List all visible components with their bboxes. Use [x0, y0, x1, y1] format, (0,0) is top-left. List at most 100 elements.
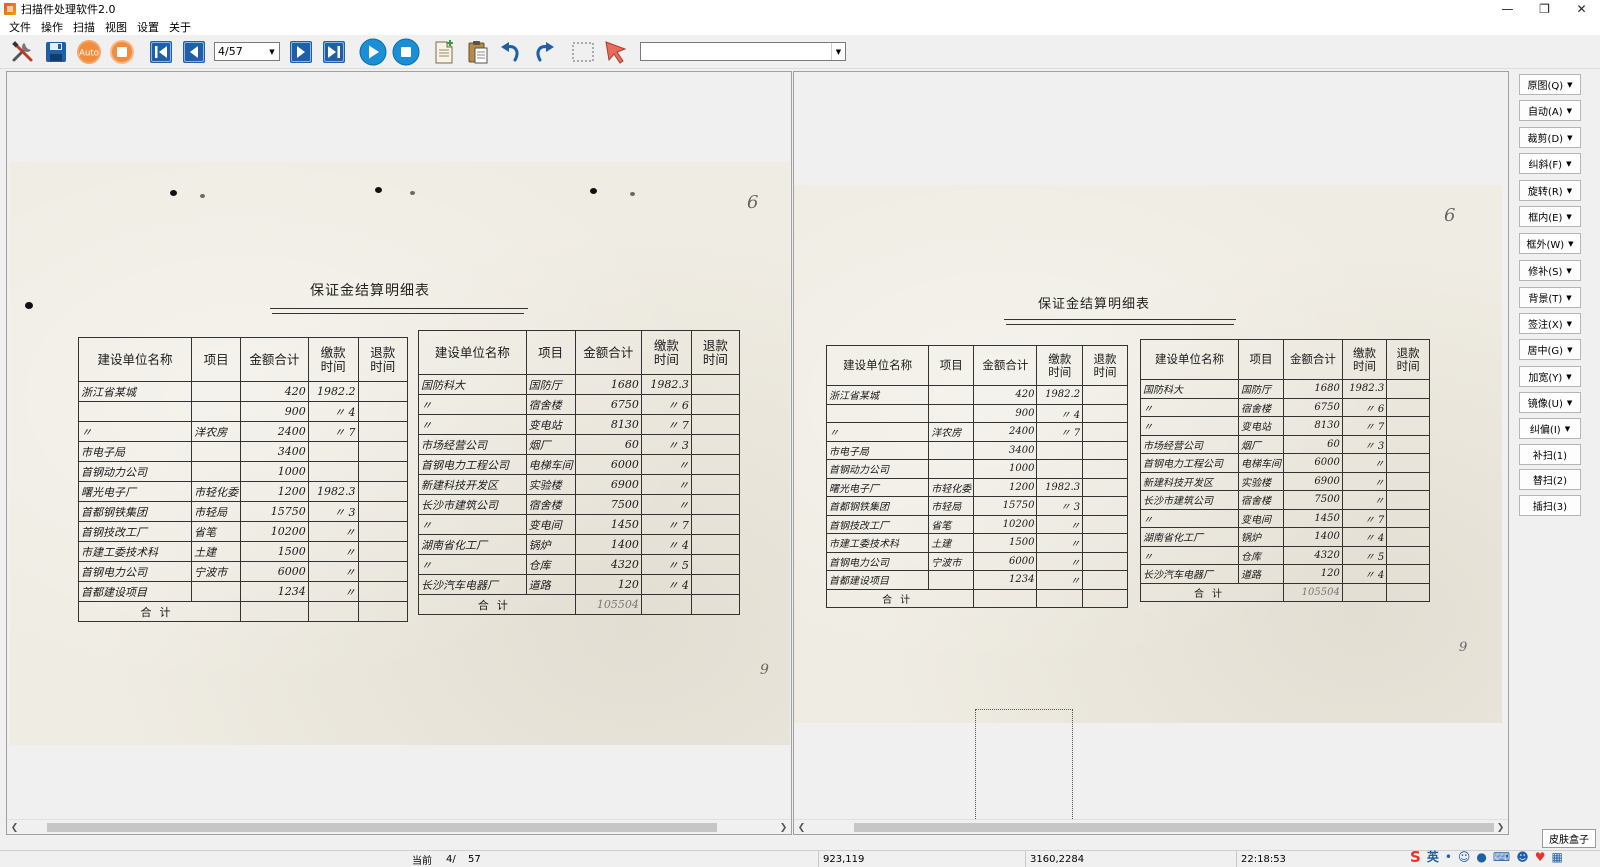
table-cell: 首都钢铁集团 — [77, 501, 193, 522]
side-button-10[interactable]: 居中(G) ▼ — [1519, 339, 1581, 360]
horizontal-scrollbar-left[interactable]: ❮ ❯ — [7, 819, 791, 834]
side-button-16[interactable]: 插扫(3) — [1519, 495, 1581, 516]
scroll-thumb[interactable] — [47, 823, 717, 832]
side-button-2[interactable]: 裁剪(D) ▼ — [1519, 127, 1581, 148]
chevron-down-icon[interactable]: ▼ — [831, 43, 845, 60]
table-row: 浙江省某城 420 1982.2 — [825, 385, 1128, 405]
auto-button[interactable]: Auto — [74, 37, 104, 67]
skin-icon[interactable]: ♥ — [1535, 850, 1546, 864]
restore-icon[interactable]: ❐ — [1526, 0, 1563, 18]
tools-button[interactable] — [8, 37, 38, 67]
side-button-14[interactable]: 补扫(1) — [1519, 444, 1581, 465]
menu-bar: 文件 操作 扫描 视图 设置 关于 — [0, 18, 1600, 35]
minimize-icon[interactable]: — — [1489, 0, 1526, 18]
start-scan-button[interactable] — [358, 37, 388, 67]
emoji-icon[interactable]: ☺ — [1458, 850, 1471, 864]
menu-settings[interactable]: 设置 — [132, 19, 164, 35]
side-button-5[interactable]: 框内(E) ▼ — [1519, 206, 1581, 227]
scroll-right-icon[interactable]: ❯ — [776, 820, 791, 834]
side-button-8[interactable]: 背景(T) ▼ — [1519, 287, 1581, 308]
save-button[interactable] — [41, 37, 71, 67]
selection-rectangle[interactable] — [975, 709, 1073, 821]
table-cell — [1082, 440, 1128, 460]
table-cell: 市电子局 — [77, 441, 193, 462]
table-cell: 宿舍楼 — [525, 494, 576, 515]
original-image-pane[interactable]: 6 9 保证金结算明细表 建设单位名称 项目 金额合计 缴款 时间 退款 时间 … — [6, 71, 792, 835]
next-page-button[interactable] — [286, 37, 316, 67]
chevron-down-icon[interactable]: ▼ — [1567, 187, 1572, 195]
chevron-down-icon[interactable]: ▼ — [1566, 267, 1571, 275]
table-cell — [1082, 477, 1128, 497]
chevron-down-icon[interactable]: ▼ — [1568, 240, 1573, 248]
side-button-9[interactable]: 签注(X) ▼ — [1519, 313, 1581, 334]
page-input[interactable] — [215, 43, 263, 60]
chevron-down-icon[interactable]: ▼ — [1567, 399, 1572, 407]
redo-button[interactable] — [529, 37, 559, 67]
ime-language[interactable]: 英 — [1427, 848, 1439, 865]
menu-about[interactable]: 关于 — [164, 19, 196, 35]
ledger-table-right: 建设单位名称 项目 金额合计 缴款 时间 退款 时间 国防科大 国防厅 1680 19… — [1139, 339, 1430, 602]
user-icon[interactable]: ☻ — [1516, 850, 1529, 864]
toolbox-icon[interactable]: ▦ — [1552, 850, 1563, 864]
last-page-button[interactable] — [319, 37, 349, 67]
chevron-down-icon[interactable]: ▼ — [1566, 160, 1571, 168]
microphone-icon[interactable]: ● — [1476, 850, 1486, 864]
menu-view[interactable]: 视图 — [100, 19, 132, 35]
skin-box-button[interactable]: 皮肤盒子 — [1542, 829, 1596, 848]
undo-button[interactable] — [496, 37, 526, 67]
pointer-button[interactable] — [601, 37, 631, 67]
select-region-button[interactable] — [568, 37, 598, 67]
chevron-down-icon[interactable]: ▼ — [1567, 134, 1572, 142]
close-icon[interactable]: ✕ — [1563, 0, 1600, 18]
menu-file[interactable]: 文件 — [4, 19, 36, 35]
page-selector[interactable]: ▼ — [214, 42, 280, 61]
chevron-down-icon[interactable]: ▼ — [265, 43, 279, 60]
chevron-down-icon[interactable]: ▼ — [1567, 81, 1572, 89]
punctuation-icon[interactable]: • — [1445, 850, 1452, 864]
first-page-button[interactable] — [146, 37, 176, 67]
scroll-left-icon[interactable]: ❮ — [794, 820, 809, 834]
paste-button[interactable] — [463, 37, 493, 67]
chevron-down-icon[interactable]: ▼ — [1567, 107, 1572, 115]
side-button-12[interactable]: 镜像(U) ▼ — [1519, 392, 1581, 413]
scroll-left-icon[interactable]: ❮ — [7, 820, 22, 834]
chevron-down-icon[interactable]: ▼ — [1566, 213, 1571, 221]
side-button-15[interactable]: 替扫(2) — [1519, 469, 1581, 490]
table-cell: 变电间 — [1238, 508, 1285, 528]
scroll-right-icon[interactable]: ❯ — [1493, 820, 1508, 834]
side-button-0[interactable]: 原图(Q) ▼ — [1519, 74, 1581, 95]
copy-button[interactable] — [430, 37, 460, 67]
chevron-down-icon[interactable]: ▼ — [1566, 373, 1571, 381]
side-button-4[interactable]: 旋转(R) ▼ — [1519, 180, 1581, 201]
table-cell: 1450 — [574, 514, 642, 535]
side-button-11[interactable]: 加宽(Y) ▼ — [1519, 366, 1581, 387]
table-cell: 〃 — [1341, 490, 1388, 510]
chevron-down-icon[interactable]: ▼ — [1567, 346, 1572, 354]
menu-operate[interactable]: 操作 — [36, 19, 68, 35]
table-row: 首都钢铁集团 市轻局 15750 〃 3 — [77, 501, 409, 522]
side-button-6[interactable]: 框外(W) ▼ — [1519, 233, 1581, 254]
scroll-thumb[interactable] — [854, 823, 1494, 832]
keyboard-icon[interactable]: ⌨ — [1493, 850, 1510, 864]
chevron-down-icon[interactable]: ▼ — [1567, 320, 1572, 328]
save-icon — [46, 41, 66, 62]
menu-scan[interactable]: 扫描 — [68, 19, 100, 35]
chevron-down-icon[interactable]: ▼ — [1566, 294, 1571, 302]
chevron-down-icon[interactable]: ▼ — [1565, 425, 1570, 433]
table-cell: 1200 — [240, 481, 309, 502]
processed-image-pane[interactable]: 6 9 保证金结算明细表 建设单位名称 项目 金额合计 缴款 时间 退款 时间 … — [793, 71, 1509, 835]
side-button-3[interactable]: 纠斜(F) ▼ — [1519, 153, 1581, 174]
horizontal-scrollbar-right[interactable]: ❮ ❯ — [794, 819, 1508, 834]
ime-logo-icon[interactable]: S — [1410, 848, 1421, 866]
stop-auto-button[interactable] — [107, 37, 137, 67]
stop-scan-button[interactable] — [391, 37, 421, 67]
title-underline — [1004, 319, 1236, 320]
side-button-13[interactable]: 纠偏(I) ▼ — [1519, 418, 1581, 439]
side-button-7[interactable]: 修补(S) ▼ — [1519, 260, 1581, 281]
table-cell: 宿舍楼 — [1238, 490, 1285, 510]
prev-page-button[interactable] — [179, 37, 209, 67]
table-cell: 首都建设项目 — [77, 581, 193, 602]
side-button-1[interactable]: 自动(A) ▼ — [1519, 100, 1581, 121]
mode-dropdown[interactable]: ▼ — [640, 42, 846, 61]
table-cell: 1234 — [973, 570, 1038, 590]
